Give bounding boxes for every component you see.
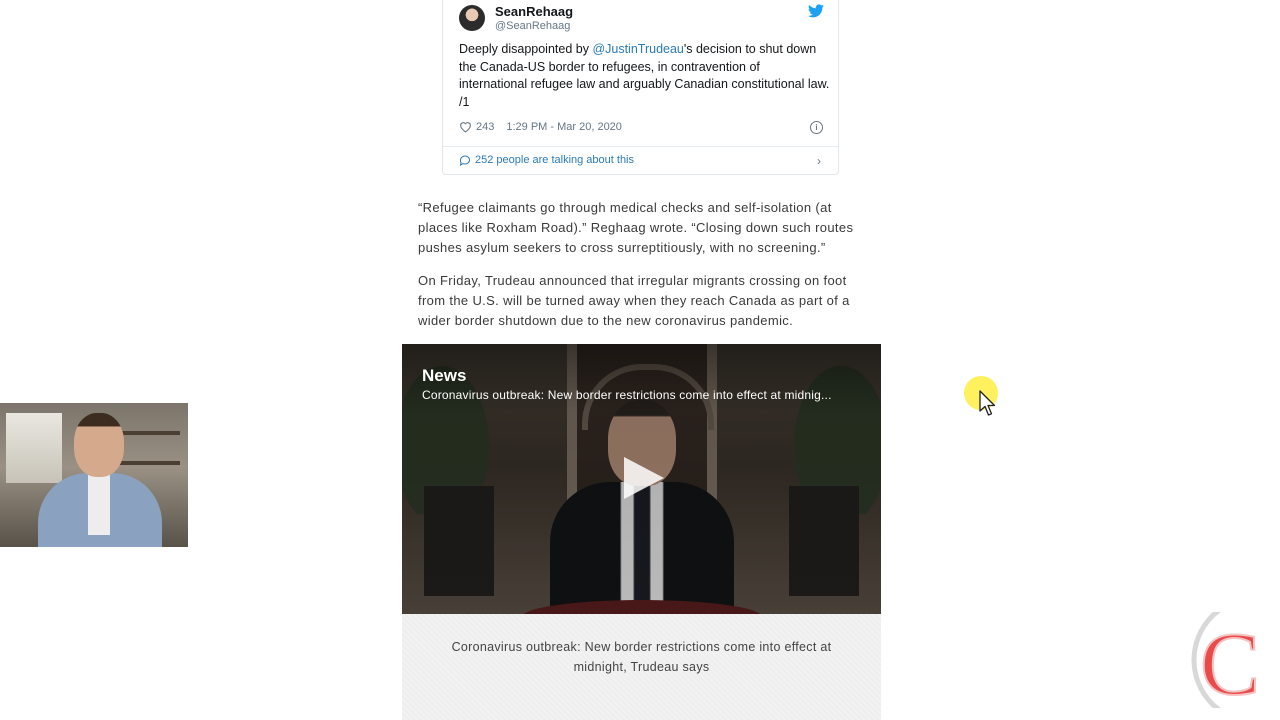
tweet-conversation-link[interactable]: 252 people are talking about this bbox=[459, 154, 634, 166]
tweet-avatar[interactable] bbox=[459, 5, 485, 31]
comment-bubble-icon bbox=[459, 155, 470, 166]
play-icon[interactable] bbox=[624, 457, 664, 499]
webcam-person-head bbox=[74, 413, 124, 477]
tweet-meta: 243 1:29 PM - Mar 20, 2020 bbox=[459, 121, 622, 133]
webcam-background-shelf bbox=[120, 461, 180, 465]
channel-logo: C bbox=[1191, 612, 1261, 708]
channel-logo-letter: C bbox=[1200, 615, 1260, 708]
tweet-like-count[interactable]: 243 bbox=[476, 121, 494, 133]
webcam-overlay bbox=[0, 403, 188, 547]
page: SeanRehaag @SeanRehaag Deeply disappoint… bbox=[0, 0, 1280, 720]
chevron-right-icon[interactable]: › bbox=[817, 154, 821, 168]
article-paragraph: “Refugee claimants go through medical ch… bbox=[418, 200, 854, 255]
video-player[interactable]: News Coronavirus outbreak: New border re… bbox=[402, 344, 881, 614]
video-caption: Coronavirus outbreak: New border restric… bbox=[451, 640, 832, 674]
tweet-timestamp[interactable]: 1:29 PM - Mar 20, 2020 bbox=[506, 121, 622, 133]
video-title[interactable]: Coronavirus outbreak: New border restric… bbox=[422, 388, 867, 402]
webcam-person-shirt bbox=[88, 475, 110, 535]
tweet-conversation-text: 252 people are talking about this bbox=[475, 154, 635, 166]
webcam-background-window bbox=[6, 413, 62, 483]
cursor-icon bbox=[979, 390, 996, 416]
info-icon[interactable]: i bbox=[810, 121, 823, 134]
video-brand-label: News bbox=[422, 366, 467, 385]
tweet-author-handle[interactable]: @SeanRehaag bbox=[495, 20, 570, 32]
tweet-mention-link[interactable]: @JustinTrudeau bbox=[592, 42, 683, 56]
tweet-author-name[interactable]: SeanRehaag bbox=[495, 4, 573, 19]
webcam-background-shelf bbox=[120, 431, 180, 435]
heart-icon[interactable] bbox=[459, 121, 472, 133]
twitter-bird-icon[interactable] bbox=[808, 4, 824, 18]
tweet-text: Deeply disappointed by @JustinTrudeau's … bbox=[459, 42, 830, 109]
article-paragraph: On Friday, Trudeau announced that irregu… bbox=[418, 273, 850, 328]
embedded-tweet[interactable]: SeanRehaag @SeanRehaag Deeply disappoint… bbox=[442, 0, 839, 175]
video-caption-box: Coronavirus outbreak: New border restric… bbox=[402, 614, 881, 720]
tweet-divider bbox=[443, 146, 838, 147]
